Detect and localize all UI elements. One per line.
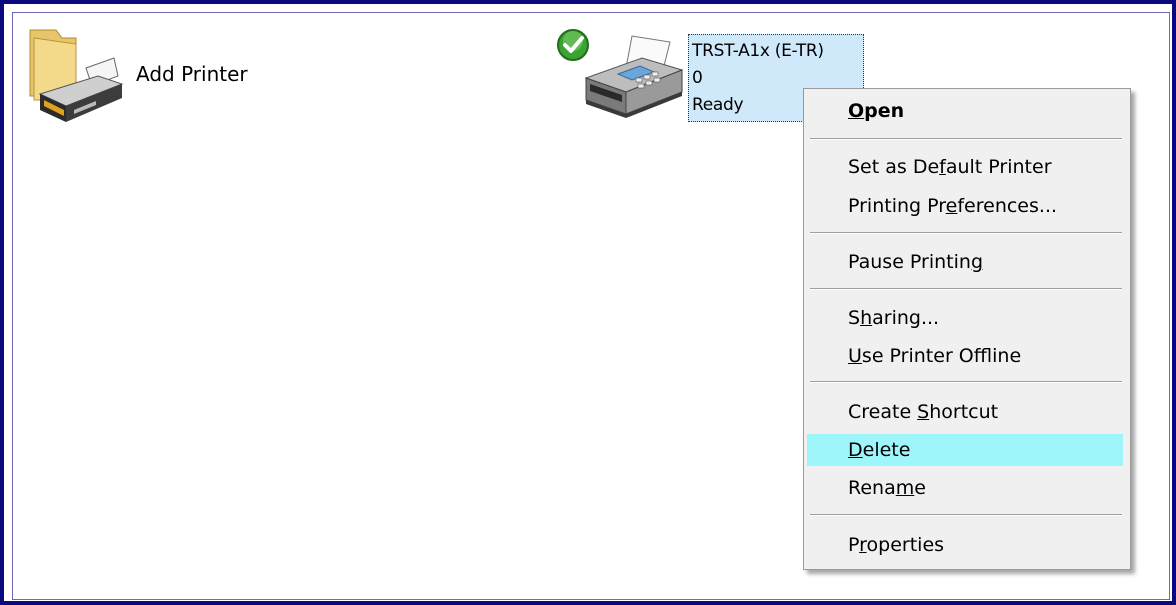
add-printer-icon: [29, 29, 124, 122]
printer-name: TRST-A1x (E-TR): [692, 41, 824, 61]
menu-item-printing-preferences[interactable]: Printing Preferences...: [807, 190, 1123, 222]
menu-item-open[interactable]: Open: [807, 95, 1123, 127]
menu-separator: [810, 138, 1122, 140]
menu-item-set-default[interactable]: Set as Default Printer: [807, 151, 1123, 183]
menu-separator: [810, 288, 1122, 290]
fax-printer-icon: [584, 35, 684, 118]
menu-separator: [810, 381, 1122, 383]
menu-item-rename[interactable]: Rename: [807, 472, 1123, 504]
menu-item-use-offline[interactable]: Use Printer Offline: [807, 340, 1123, 372]
printer-jobs: 0: [692, 68, 703, 88]
add-printer-label: Add Printer: [136, 62, 248, 86]
menu-item-sharing[interactable]: Sharing...: [807, 302, 1123, 334]
menu-separator: [810, 232, 1122, 234]
menu-item-properties[interactable]: Properties: [807, 529, 1123, 561]
context-menu: Open Set as Default Printer Printing Pre…: [803, 88, 1131, 570]
menu-item-create-shortcut[interactable]: Create Shortcut: [807, 396, 1123, 428]
menu-item-delete[interactable]: Delete: [807, 434, 1123, 466]
menu-item-pause-printing[interactable]: Pause Printing: [807, 246, 1123, 278]
add-printer-item[interactable]: Add Printer: [26, 26, 266, 130]
menu-separator: [810, 514, 1122, 516]
